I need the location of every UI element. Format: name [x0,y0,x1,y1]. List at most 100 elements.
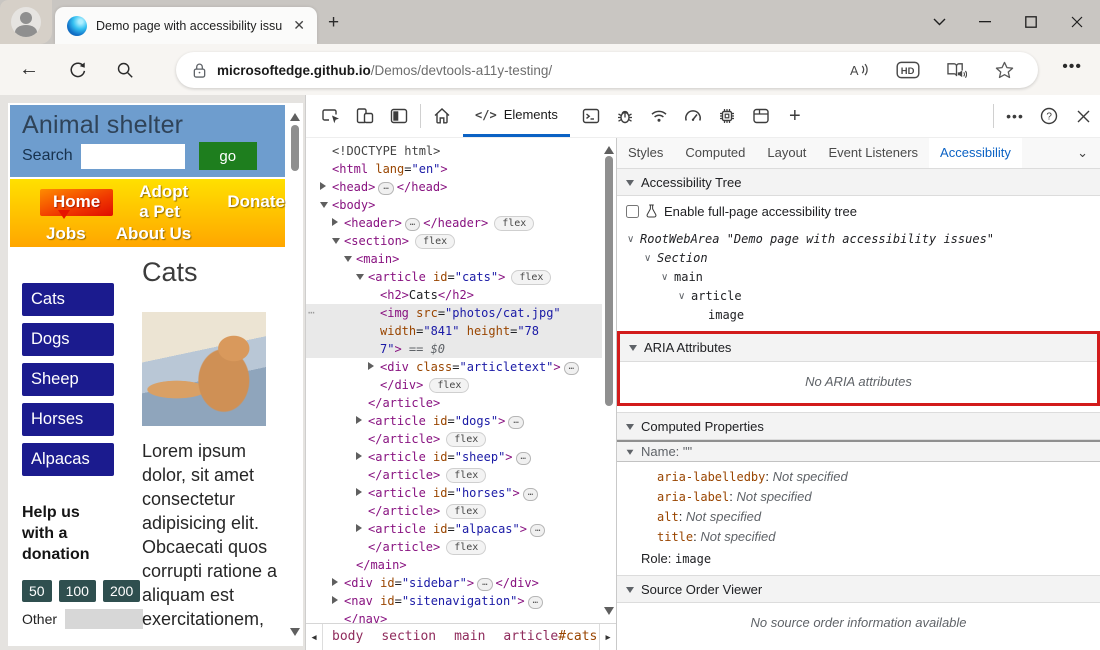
flex-badge[interactable]: flex [446,468,486,483]
expand-arrow-icon[interactable] [332,214,344,232]
immersive-reader-icon[interactable] [944,55,968,85]
address-bar[interactable]: microsoftedge.github.io/Demos/devtools-a… [176,52,1038,88]
breadcrumb-item-article-cats[interactable]: article#cats [494,624,599,650]
expand-arrow-icon[interactable] [320,178,332,196]
tab-elements[interactable]: </> Elements [463,95,570,137]
dom-tree-row[interactable]: <!DOCTYPE html> [306,142,616,160]
animal-button-sheep[interactable]: Sheep [22,363,114,396]
full-page-a11y-tree-checkbox[interactable] [626,205,639,218]
dom-tree-row[interactable]: <header>…</header>flex [306,214,616,232]
dom-tree-row[interactable]: <div id="sidebar">…</div> [306,574,616,592]
flex-badge[interactable]: flex [446,540,486,555]
tab-computed[interactable]: Computed [674,138,756,168]
dom-tree-row[interactable]: <article id="sheep">… [306,448,616,466]
node-chevron-icon[interactable]: ∨ [644,249,657,268]
dom-tree-row[interactable]: </article>flex [306,430,616,448]
inline-expand-button[interactable]: … [516,452,531,465]
expand-arrow-icon[interactable] [344,250,356,268]
node-chevron-icon[interactable]: ∨ [678,287,691,306]
hd-media-icon[interactable]: HD [896,55,920,85]
breadcrumb-item-section[interactable]: section [372,624,445,650]
nav-item-about-us[interactable]: About Us [116,224,192,244]
node-chevron-icon[interactable]: ∨ [627,230,640,249]
dom-tree-row[interactable]: <main> [306,250,616,268]
performance-icon[interactable] [676,95,710,137]
devtools-help-icon[interactable]: ? [1032,95,1066,137]
dom-tree-row[interactable]: <html lang="en"> [306,160,616,178]
section-accessibility-tree[interactable]: Accessibility Tree [617,168,1100,196]
dom-tree-row[interactable]: <article id="dogs">… [306,412,616,430]
donation-amount-button[interactable]: 100 [59,580,96,602]
nav-item-jobs[interactable]: Jobs [46,224,86,244]
maximize-button[interactable] [1008,0,1054,44]
favorites-star-icon[interactable] [992,55,1016,85]
scroll-up-icon[interactable] [290,108,300,121]
expand-arrow-icon[interactable] [356,268,368,286]
expand-arrow-icon[interactable] [332,574,344,592]
tab-actions-chevron-icon[interactable] [916,0,962,44]
dom-tree-row[interactable]: <article id="cats">flex [306,268,616,286]
issues-bug-icon[interactable] [608,95,642,137]
site-search-input[interactable] [81,144,185,169]
search-icon[interactable] [110,55,140,85]
inline-expand-button[interactable]: … [564,362,579,375]
scroll-down-icon[interactable] [604,607,614,620]
dom-tree-row[interactable]: </article>flex [306,502,616,520]
expand-arrow-icon[interactable] [356,520,368,538]
flex-badge[interactable]: flex [511,270,551,285]
dom-tree-row[interactable]: 7"> == $0 [306,340,616,358]
expand-arrow-icon[interactable] [356,484,368,502]
inline-expand-button[interactable]: … [530,524,545,537]
tab-accessibility[interactable]: Accessibility [929,138,1022,168]
breadcrumb-prev-icon[interactable]: ◂ [306,624,323,650]
breadcrumb-item-body[interactable]: body [323,624,372,650]
profile-button[interactable] [0,0,52,44]
go-button[interactable]: go [199,142,257,170]
expand-arrow-icon[interactable] [368,358,380,376]
animal-button-dogs[interactable]: Dogs [22,323,114,356]
dom-tree-row[interactable]: width="841" height="78 [306,322,616,340]
a11y-tree-node[interactable]: ∨RootWebArea "Demo page with accessibili… [617,230,1100,249]
tab-styles[interactable]: Styles [617,138,674,168]
memory-chip-icon[interactable] [710,95,744,137]
section-source-order-viewer[interactable]: Source Order Viewer [617,575,1100,603]
page-scrollbar[interactable] [287,103,303,646]
application-icon[interactable] [744,95,778,137]
scrollbar-thumb[interactable] [605,156,613,406]
row-menu-icon[interactable]: ⋯ [308,304,315,322]
dom-tree-row[interactable]: ⋯<img src="photos/cat.jpg" [306,304,616,322]
devtools-close-icon[interactable] [1066,95,1100,137]
dom-tree-row[interactable]: <article id="alpacas">… [306,520,616,538]
devtools-customize-icon[interactable]: ••• [998,95,1032,137]
flex-badge[interactable]: flex [415,234,455,249]
tab-event-listeners[interactable]: Event Listeners [817,138,929,168]
nav-item-home[interactable]: Home [40,189,113,216]
tab-close-icon[interactable]: ✕ [289,17,309,34]
computed-name-header[interactable]: Name: "" [617,440,1100,462]
nav-item-adopt-a-pet[interactable]: Adopt a Pet [139,182,201,222]
inline-expand-button[interactable]: … [523,488,538,501]
node-chevron-icon[interactable]: ∨ [661,268,674,287]
dom-tree-row[interactable]: <div class="articletext">… [306,358,616,376]
breadcrumb-next-icon[interactable]: ▸ [599,624,616,650]
console-icon[interactable] [574,95,608,137]
dom-tree-row[interactable]: </div>flex [306,376,616,394]
expand-arrow-icon[interactable] [356,448,368,466]
back-button[interactable]: ← [14,55,44,85]
flex-badge[interactable]: flex [494,216,534,231]
dom-tree-row[interactable]: <body> [306,196,616,214]
animal-button-alpacas[interactable]: Alpacas [22,443,114,476]
section-aria-attributes[interactable]: ARIA Attributes [620,334,1097,362]
minimize-button[interactable] [962,0,1008,44]
dom-tree-row[interactable]: </main> [306,556,616,574]
expand-arrow-icon[interactable] [332,232,344,250]
tabs-overflow-chevron-icon[interactable]: ⌄ [1077,145,1100,161]
devtools-home-icon[interactable] [425,95,459,137]
dom-tree-row[interactable]: <article id="horses">… [306,484,616,502]
inline-expand-button[interactable]: … [508,416,523,429]
inline-expand-button[interactable]: … [477,578,492,591]
dom-tree-row[interactable]: </article> [306,394,616,412]
inline-expand-button[interactable]: … [378,182,393,195]
animal-button-cats[interactable]: Cats [22,283,114,316]
inspect-element-icon[interactable] [314,95,348,137]
